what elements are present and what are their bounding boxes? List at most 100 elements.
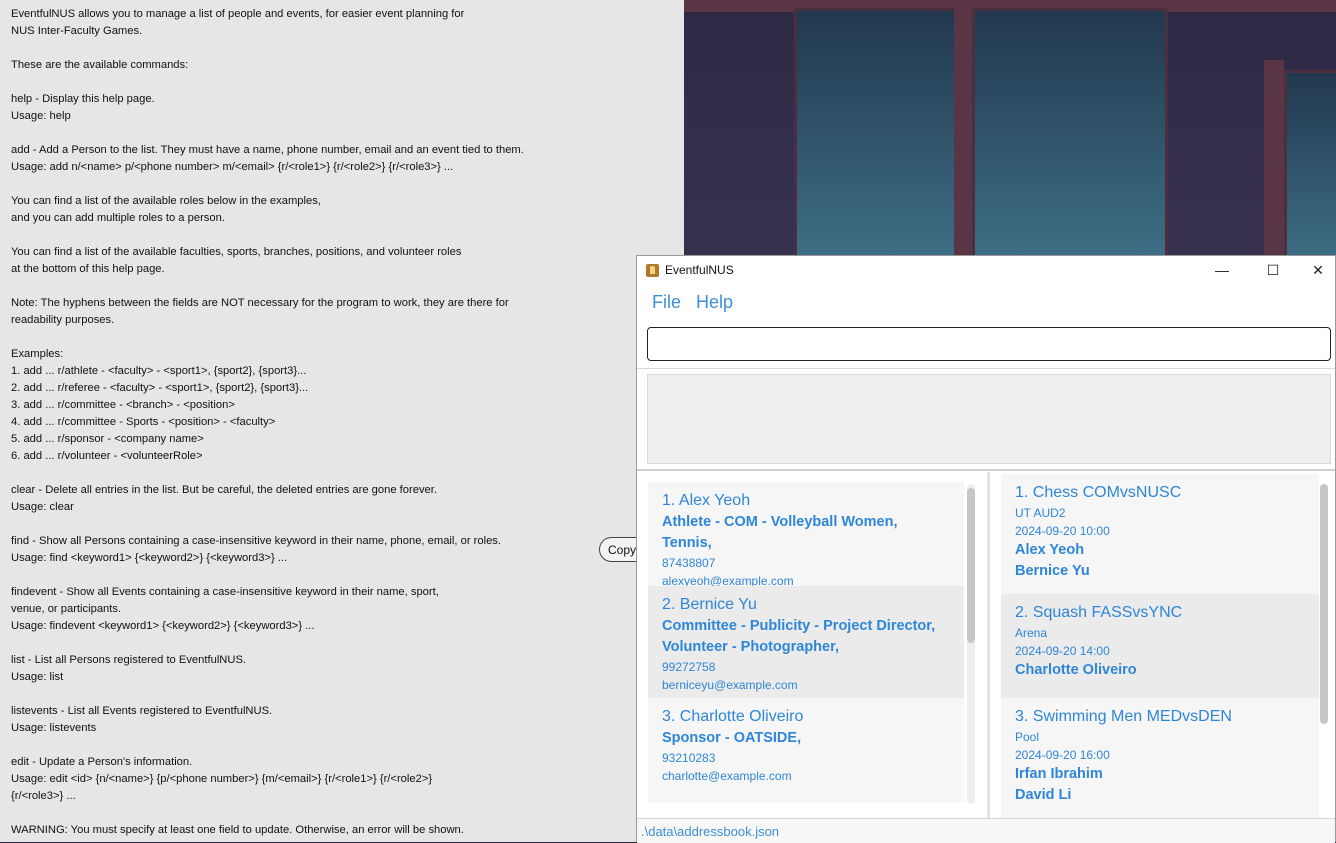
- window-title: EventfulNUS: [665, 263, 734, 277]
- person-name: 3. Charlotte Oliveiro: [662, 708, 804, 725]
- help-line: [11, 227, 671, 244]
- person-role: Volunteer - Photographer,: [662, 639, 839, 655]
- event-card[interactable]: 1. Chess COMvsNUSC UT AUD2 2024-09-20 10…: [1001, 474, 1319, 594]
- help-line: 4. add ... r/committee - Sports - <posit…: [11, 416, 276, 428]
- help-line: venue, or participants.: [11, 603, 122, 615]
- person-list[interactable]: 1. Alex Yeoh Athlete - COM - Volleyball …: [637, 472, 987, 818]
- help-line: clear - Delete all entries in the list. …: [11, 484, 437, 496]
- help-line: NUS Inter-Faculty Games.: [11, 25, 143, 37]
- event-time: 2024-09-20 10:00: [1015, 524, 1110, 538]
- help-line: Note: The hyphens between the fields are…: [11, 297, 509, 309]
- help-line: [11, 74, 671, 91]
- scrollbar-thumb[interactable]: [1320, 484, 1328, 724]
- person-phone: 99272758: [662, 660, 716, 674]
- event-name: 1. Chess COMvsNUSC: [1015, 484, 1182, 501]
- person-email: charlotte@example.com: [662, 769, 792, 783]
- help-line: EventfulNUS allows you to manage a list …: [11, 8, 465, 20]
- help-line: Usage: list: [11, 671, 64, 683]
- event-participant: Charlotte Oliveiro: [1015, 662, 1137, 678]
- help-line: add - Add a Person to the list. They mus…: [11, 144, 524, 156]
- person-name: 1. Alex Yeoh: [662, 492, 751, 509]
- help-line: and you can add multiple roles to a pers…: [11, 212, 225, 224]
- minimize-button[interactable]: —: [1199, 256, 1245, 284]
- help-line: Usage: find <keyword1> {<keyword2>} {<ke…: [11, 552, 288, 564]
- help-line: [11, 125, 671, 142]
- status-bar: .\data\addressbook.json: [637, 818, 1335, 843]
- event-time: 2024-09-20 14:00: [1015, 644, 1110, 658]
- event-list-scrollbar[interactable]: [1320, 484, 1328, 724]
- help-line: [11, 567, 671, 584]
- help-text: EventfulNUS allows you to manage a list …: [11, 6, 671, 839]
- event-name: 3. Swimming Men MEDvsDEN: [1015, 708, 1232, 725]
- help-line: 5. add ... r/sponsor - <company name>: [11, 433, 204, 445]
- help-line: [11, 737, 671, 754]
- help-line: Usage: edit <id> {n/<name>} {p/<phone nu…: [11, 773, 433, 785]
- maximize-button[interactable]: ☐: [1250, 256, 1296, 284]
- help-line: {r/<role3>} ...: [11, 790, 76, 802]
- eventfulnus-window: EventfulNUS — ☐ ✕ File Help 1. Alex Yeoh…: [636, 255, 1336, 843]
- help-line: You can find a list of the available rol…: [11, 195, 321, 207]
- help-line: [11, 329, 671, 346]
- help-line: [11, 516, 671, 533]
- person-list-scrollbar[interactable]: [967, 484, 975, 804]
- divider: [637, 368, 1335, 369]
- person-phone: 93210283: [662, 751, 716, 765]
- help-line: Usage: findevent <keyword1> {<keyword2>}…: [11, 620, 315, 632]
- event-participant: David Li: [1015, 787, 1072, 803]
- scrollbar-thumb[interactable]: [967, 488, 975, 643]
- help-line: [11, 635, 671, 652]
- title-bar: EventfulNUS — ☐ ✕: [637, 256, 1335, 284]
- help-line: [11, 278, 671, 295]
- help-line: [11, 40, 671, 57]
- save-file-path: .\data\addressbook.json: [641, 824, 780, 839]
- help-line: WARNING: You must specify at least one f…: [11, 824, 464, 836]
- help-line: [11, 176, 671, 193]
- help-line: You can find a list of the available fac…: [11, 246, 462, 258]
- help-line: Examples:: [11, 348, 64, 360]
- menu-help[interactable]: Help: [696, 292, 733, 313]
- event-venue: UT AUD2: [1015, 506, 1066, 520]
- person-card[interactable]: 3. Charlotte Oliveiro Sponsor - OATSIDE,…: [648, 698, 964, 802]
- person-phone: 87438807: [662, 556, 716, 570]
- help-line: Usage: add n/<name> p/<phone number> m/<…: [11, 161, 454, 173]
- person-email: berniceyu@example.com: [662, 678, 798, 692]
- person-card[interactable]: 2. Bernice Yu Committee - Publicity - Pr…: [648, 586, 964, 698]
- help-line: [11, 465, 671, 482]
- help-line: Usage: clear: [11, 501, 74, 513]
- divider: [637, 469, 1335, 471]
- help-line: These are the available commands:: [11, 59, 189, 71]
- event-venue: Arena: [1015, 626, 1048, 640]
- help-line: listevents - List all Events registered …: [11, 705, 273, 717]
- help-window: EventfulNUS allows you to manage a list …: [0, 0, 684, 842]
- event-list[interactable]: 1. Chess COMvsNUSC UT AUD2 2024-09-20 10…: [990, 472, 1335, 818]
- result-display: [647, 374, 1331, 464]
- help-line: findevent - Show all Events containing a…: [11, 586, 439, 598]
- menu-file[interactable]: File: [652, 292, 681, 313]
- help-line: find - Show all Persons containing a cas…: [11, 535, 502, 547]
- event-participant: Alex Yeoh: [1015, 542, 1085, 558]
- close-button[interactable]: ✕: [1295, 256, 1336, 284]
- menu-bar: File Help: [637, 284, 1335, 322]
- event-name: 2. Squash FASSvsYNC: [1015, 604, 1183, 621]
- help-line: readability purposes.: [11, 314, 115, 326]
- help-line: at the bottom of this help page.: [11, 263, 165, 275]
- event-card[interactable]: 2. Squash FASSvsYNC Arena 2024-09-20 14:…: [1001, 594, 1319, 698]
- help-line: list - List all Persons registered to Ev…: [11, 654, 247, 666]
- help-line: edit - Update a Person's information.: [11, 756, 193, 768]
- app-icon: [646, 264, 659, 277]
- command-input[interactable]: [647, 327, 1331, 361]
- person-name: 2. Bernice Yu: [662, 596, 757, 613]
- help-line: [11, 686, 671, 703]
- person-role: Athlete - COM - Volleyball Women, Tennis…: [662, 514, 898, 551]
- help-line: help - Display this help page.: [11, 93, 155, 105]
- person-card[interactable]: 1. Alex Yeoh Athlete - COM - Volleyball …: [648, 482, 964, 588]
- help-line: Usage: help: [11, 110, 71, 122]
- event-venue: Pool: [1015, 730, 1040, 744]
- help-line: [11, 805, 671, 822]
- event-participant: Bernice Yu: [1015, 563, 1090, 579]
- event-time: 2024-09-20 16:00: [1015, 748, 1110, 762]
- person-role: Committee - Publicity - Project Director…: [662, 618, 936, 634]
- event-card[interactable]: 3. Swimming Men MEDvsDEN Pool 2024-09-20…: [1001, 698, 1319, 818]
- help-line: 2. add ... r/referee - <faculty> - <spor…: [11, 382, 309, 394]
- help-line: 6. add ... r/volunteer - <volunteerRole>: [11, 450, 203, 462]
